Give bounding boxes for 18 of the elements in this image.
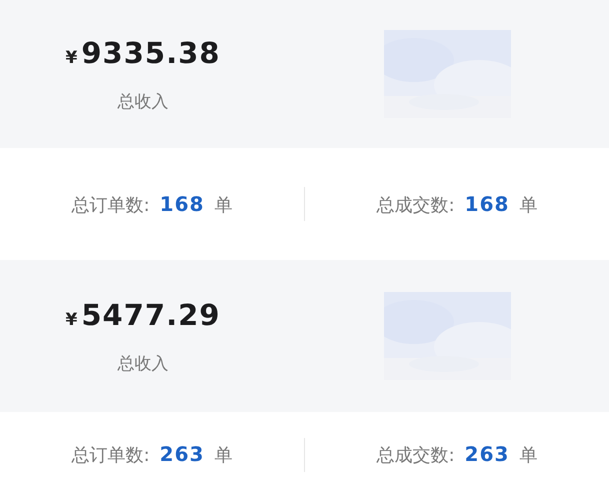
stat-value: 168 bbox=[464, 192, 510, 216]
stat-unit: 单 bbox=[214, 194, 232, 216]
currency-symbol: ¥ bbox=[66, 48, 78, 68]
stat-unit: 单 bbox=[214, 444, 232, 467]
currency-symbol: ¥ bbox=[66, 310, 78, 330]
stat-label: 总成交数: bbox=[376, 194, 455, 216]
stat-value: 168 bbox=[160, 192, 204, 216]
stat-unit: 单 bbox=[519, 444, 538, 467]
stat-value: 263 bbox=[464, 442, 510, 466]
stat-unit: 单 bbox=[519, 194, 538, 216]
stat-label: 总成交数: bbox=[376, 444, 455, 467]
amount-value: 9335.38 bbox=[81, 36, 220, 70]
stat-label: 总订单数: bbox=[72, 444, 150, 467]
amount-label: 总收入 bbox=[118, 90, 168, 112]
stat-label: 总订单数: bbox=[72, 194, 150, 216]
amount-value: 5477.29 bbox=[81, 298, 220, 332]
amount-label: 总收入 bbox=[118, 352, 168, 374]
stat-value: 263 bbox=[160, 442, 204, 466]
